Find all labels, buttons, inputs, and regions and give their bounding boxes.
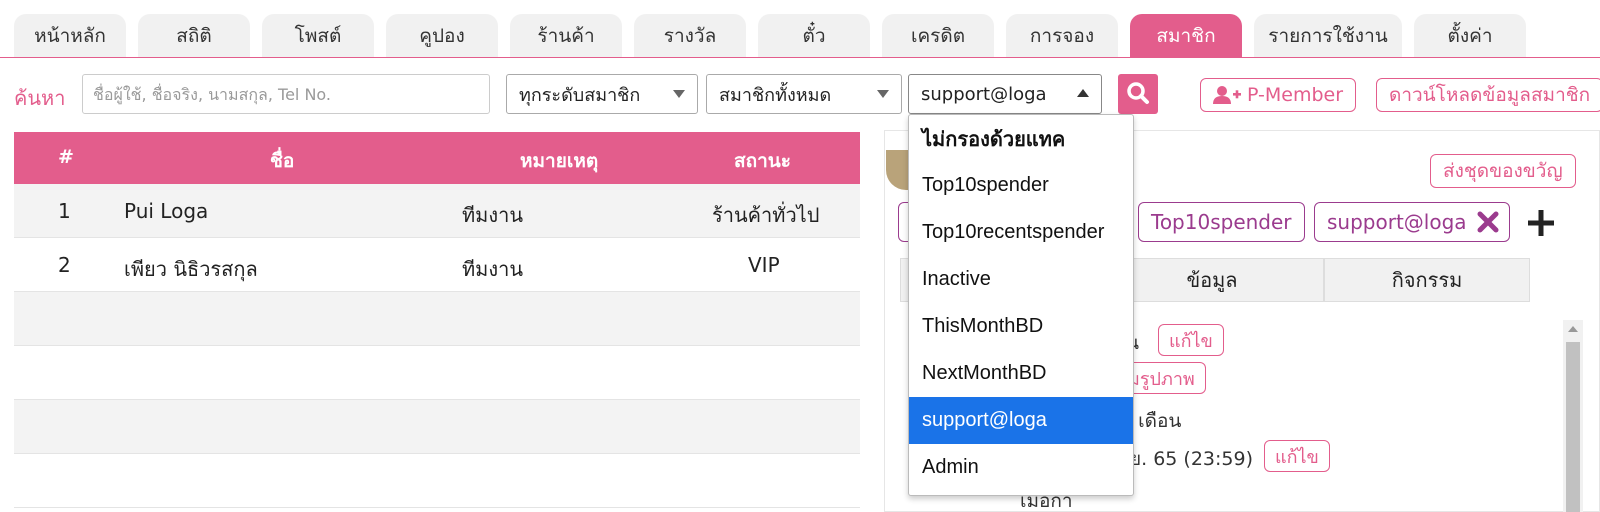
member-level-select[interactable]: ทุกระดับสมาชิก — [506, 74, 698, 114]
dropdown-option[interactable]: Admin — [909, 444, 1133, 491]
chevron-down-icon — [673, 90, 685, 98]
dropdown-option[interactable]: Top10recentspender — [909, 209, 1133, 256]
expiry-date-text: ย. 65 (23:59) — [1130, 448, 1254, 470]
search-icon — [1127, 82, 1149, 104]
tab-stats[interactable]: สถิติ — [138, 14, 250, 57]
row-num: 1 — [58, 199, 71, 223]
row-name: Pui Loga — [124, 199, 209, 223]
dropdown-option[interactable]: ไม่กรองด้วยแทค — [909, 115, 1133, 162]
tag-chip[interactable]: support@loga — [1314, 202, 1510, 242]
empty-row — [14, 454, 860, 508]
member-type-select[interactable]: สมาชิกทั้งหมด — [706, 74, 902, 114]
tab-credit[interactable]: เครดิต — [882, 14, 994, 57]
dropdown-option[interactable]: ThisMonthBD — [909, 303, 1133, 350]
header-num: # — [58, 146, 74, 168]
download-members-label: ดาวน์โหลดข้อมูลสมาชิก — [1389, 84, 1591, 106]
member-type-select-value: สมาชิกทั้งหมด — [719, 84, 832, 106]
header-note: หมายเหตุ — [520, 150, 599, 172]
tab-shop[interactable]: ร้านค้า — [510, 14, 622, 57]
header-name: ชื่อ — [270, 150, 295, 172]
subtab-info-label: ข้อมูล — [1186, 268, 1238, 292]
empty-row — [14, 346, 860, 400]
dropdown-option-selected[interactable]: support@loga — [909, 397, 1133, 444]
empty-row — [14, 400, 860, 454]
send-gift-set-button[interactable]: ส่งชุดของขวัญ — [1430, 154, 1576, 188]
table-row[interactable]: 2 เพียว นิธิวรสกุล ทีมงาน VIP — [14, 238, 860, 292]
tag-chip-label: support@loga — [1327, 210, 1467, 234]
row-note: ทีมงาน — [462, 257, 524, 281]
tab-posts[interactable]: โพสต์ — [262, 14, 374, 57]
subtab-activity[interactable]: กิจกรรม — [1324, 258, 1530, 302]
chevron-up-icon — [1077, 89, 1089, 97]
scrollbar-thumb[interactable] — [1566, 342, 1580, 512]
dropdown-option[interactable]: Top10spender — [909, 162, 1133, 209]
tab-coupons[interactable]: คูปอง — [386, 14, 498, 57]
download-members-button[interactable]: ดาวน์โหลดข้อมูลสมาชิก — [1376, 78, 1600, 112]
edit-button[interactable]: แก้ไข — [1158, 324, 1224, 356]
tab-tickets[interactable]: ตั๋ว — [758, 14, 870, 57]
remove-tag-icon[interactable] — [1475, 209, 1501, 235]
search-button[interactable] — [1118, 74, 1158, 114]
p-member-button[interactable]: P-Member — [1200, 78, 1357, 112]
row-status: ร้านค้าทั่วไป — [712, 203, 820, 227]
row-name: เพียว นิธิวรสกุล — [124, 257, 258, 281]
header-status: สถานะ — [734, 150, 791, 172]
tag-select[interactable]: support@loga — [908, 74, 1102, 114]
row-note: ทีมงาน — [462, 203, 524, 227]
tag-select-value: support@loga — [921, 83, 1047, 105]
search-input[interactable] — [82, 74, 490, 114]
add-user-icon — [1213, 86, 1241, 104]
p-member-label: P-Member — [1247, 84, 1344, 106]
tag-select-dropdown: ไม่กรองด้วยแทค Top10spender Top10recents… — [908, 114, 1134, 496]
tab-booking[interactable]: การจอง — [1006, 14, 1118, 57]
members-table-header: # ชื่อ หมายเหตุ สถานะ — [14, 132, 860, 184]
panel-scrollbar[interactable] — [1563, 320, 1583, 512]
dropdown-option[interactable]: Inactive — [909, 256, 1133, 303]
tab-activity-log[interactable]: รายการใช้งาน — [1254, 14, 1402, 57]
edit-expiry-button[interactable]: แก้ไข — [1264, 440, 1330, 472]
add-tag-icon[interactable] — [1528, 210, 1554, 236]
tab-settings[interactable]: ตั้งค่า — [1414, 14, 1526, 57]
row-num: 2 — [58, 253, 71, 277]
search-label: ค้นหา — [14, 86, 66, 110]
main-tabs: หน้าหลัก สถิติ โพสต์ คูปอง ร้านค้า รางวั… — [0, 14, 1600, 58]
tab-rewards[interactable]: รางวัล — [634, 14, 746, 57]
member-level-select-value: ทุกระดับสมาชิก — [519, 84, 641, 106]
row-status: VIP — [748, 253, 780, 277]
tab-members[interactable]: สมาชิก — [1130, 14, 1242, 57]
tag-chip[interactable]: Top10spender — [1138, 202, 1305, 242]
tab-home[interactable]: หน้าหลัก — [14, 14, 126, 57]
dropdown-option[interactable]: NextMonthBD — [909, 350, 1133, 397]
table-row[interactable]: 1 Pui Loga ทีมงาน ร้านค้าทั่วไป — [14, 184, 860, 238]
empty-row — [14, 292, 860, 346]
chevron-down-icon — [877, 90, 889, 98]
scroll-up-icon[interactable] — [1568, 326, 1578, 332]
